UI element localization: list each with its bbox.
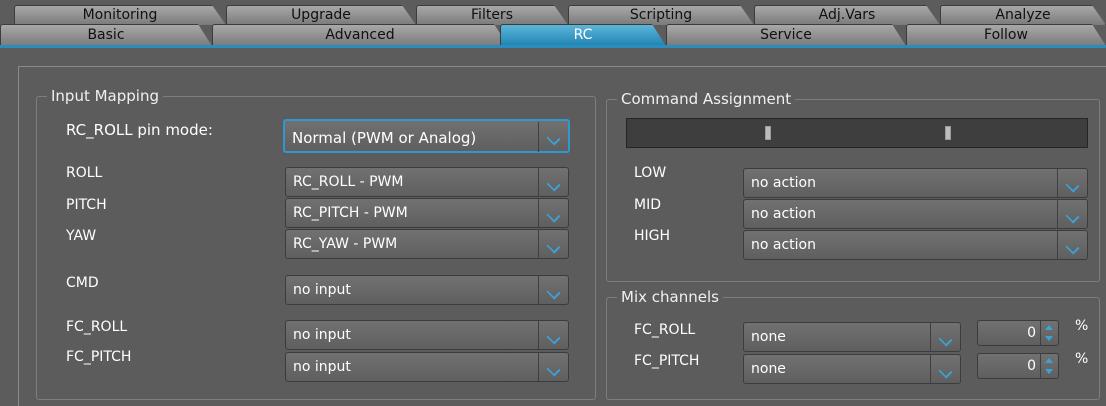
percent-unit: %: [1075, 351, 1089, 367]
tab-label: Adj.Vars: [818, 7, 876, 23]
tab-monitoring[interactable]: Monitoring: [14, 5, 226, 25]
tab-service[interactable]: Service: [666, 24, 906, 46]
chevron-down-icon[interactable]: [538, 230, 568, 258]
low-label: LOW: [634, 165, 667, 181]
pitch-select[interactable]: RC_PITCH - PWM: [285, 198, 569, 228]
chevron-down-icon[interactable]: [930, 323, 960, 351]
arrow-up-icon[interactable]: [1045, 325, 1053, 330]
low-action-select[interactable]: no action: [743, 168, 1088, 198]
chevron-down-icon[interactable]: [1057, 169, 1087, 197]
high-action-value: no action: [751, 237, 816, 253]
mix-fc-pitch-percent[interactable]: 0: [977, 353, 1059, 379]
tab-label: Advanced: [325, 27, 395, 43]
mid-action-select[interactable]: no action: [743, 199, 1088, 229]
fc-roll-label: FC_ROLL: [66, 319, 128, 335]
fc-pitch-select[interactable]: no input: [285, 352, 569, 382]
input-mapping-title: Input Mapping: [47, 87, 163, 105]
spinner-icon[interactable]: [1040, 354, 1058, 378]
pitch-label: PITCH: [66, 197, 107, 213]
low-mid-threshold-handle[interactable]: [765, 126, 771, 140]
tab-row-back: Monitoring Upgrade Filters Scripting Adj…: [0, 5, 1106, 25]
mix-fc-roll-label: FC_ROLL: [634, 322, 696, 338]
roll-value: RC_ROLL - PWM: [293, 174, 404, 190]
pin-mode-value: Normal (PWM or Analog): [292, 129, 477, 147]
chevron-down-icon[interactable]: [538, 353, 568, 381]
tab-label: Basic: [87, 27, 125, 43]
chevron-down-icon[interactable]: [538, 199, 568, 227]
mix-fc-pitch-label: FC_PITCH: [634, 353, 700, 369]
arrow-down-icon[interactable]: [1045, 336, 1053, 341]
mid-label: MID: [634, 197, 661, 213]
mix-fc-roll-percent[interactable]: 0: [977, 320, 1059, 346]
tab-label: Filters: [471, 7, 513, 23]
mix-fc-roll-select[interactable]: none: [743, 322, 961, 352]
mix-fc-pitch-value: none: [751, 361, 786, 377]
tab-follow[interactable]: Follow: [906, 24, 1106, 46]
pin-mode-select[interactable]: Normal (PWM or Analog): [283, 119, 570, 153]
chevron-down-icon[interactable]: [538, 168, 568, 196]
high-label: HIGH: [634, 228, 671, 244]
chevron-down-icon[interactable]: [538, 122, 568, 152]
mix-fc-pitch-select[interactable]: none: [743, 354, 961, 384]
spinner-icon[interactable]: [1040, 321, 1058, 345]
arrow-down-icon[interactable]: [1045, 369, 1053, 374]
tab-analyze[interactable]: Analyze: [940, 5, 1106, 25]
cmd-select[interactable]: no input: [285, 275, 569, 305]
tab-adj-vars[interactable]: Adj.Vars: [754, 5, 940, 25]
tab-label: Follow: [984, 27, 1028, 43]
roll-label: ROLL: [66, 165, 103, 181]
tab-label: Scripting: [629, 7, 693, 23]
tab-rc[interactable]: RC: [500, 24, 666, 46]
cmd-value: no input: [293, 282, 351, 298]
tab-label: Service: [760, 27, 812, 43]
tab-label: Analyze: [995, 7, 1051, 23]
yaw-value: RC_YAW - PWM: [293, 236, 398, 252]
pin-mode-label: RC_ROLL pin mode:: [66, 121, 213, 139]
yaw-label: YAW: [66, 228, 97, 244]
command-assignment-title: Command Assignment: [617, 90, 796, 108]
tab-scripting[interactable]: Scripting: [568, 5, 754, 25]
low-action-value: no action: [751, 175, 816, 191]
percent-unit: %: [1075, 318, 1089, 334]
roll-select[interactable]: RC_ROLL - PWM: [285, 167, 569, 197]
tab-label: RC: [573, 27, 593, 43]
tab-row-front: Basic Advanced RC Service Follow: [0, 24, 1106, 46]
tab-advanced[interactable]: Advanced: [212, 24, 508, 46]
tab-filters[interactable]: Filters: [416, 5, 568, 25]
tab-upgrade[interactable]: Upgrade: [226, 5, 416, 25]
fc-pitch-label: FC_PITCH: [66, 349, 132, 365]
tab-basic[interactable]: Basic: [0, 24, 212, 46]
chevron-down-icon[interactable]: [1057, 231, 1087, 259]
mix-fc-roll-percent-value: 0: [1027, 325, 1036, 341]
yaw-select[interactable]: RC_YAW - PWM: [285, 229, 569, 259]
mid-action-value: no action: [751, 206, 816, 222]
fc-roll-value: no input: [293, 327, 351, 343]
mix-fc-pitch-percent-value: 0: [1027, 358, 1036, 374]
chevron-down-icon[interactable]: [1057, 200, 1087, 228]
chevron-down-icon[interactable]: [930, 355, 960, 383]
tab-label: Monitoring: [82, 7, 158, 23]
high-action-select[interactable]: no action: [743, 230, 1088, 260]
chevron-down-icon[interactable]: [538, 321, 568, 349]
fc-roll-select[interactable]: no input: [285, 320, 569, 350]
cmd-label: CMD: [66, 275, 99, 291]
fc-pitch-value: no input: [293, 359, 351, 375]
pitch-value: RC_PITCH - PWM: [293, 205, 408, 221]
command-level-bar[interactable]: [626, 118, 1088, 148]
mix-fc-roll-value: none: [751, 329, 786, 345]
mid-high-threshold-handle[interactable]: [945, 126, 951, 140]
chevron-down-icon[interactable]: [538, 276, 568, 304]
arrow-up-icon[interactable]: [1045, 358, 1053, 363]
mix-channels-title: Mix channels: [617, 288, 723, 306]
tab-label: Upgrade: [291, 7, 351, 23]
